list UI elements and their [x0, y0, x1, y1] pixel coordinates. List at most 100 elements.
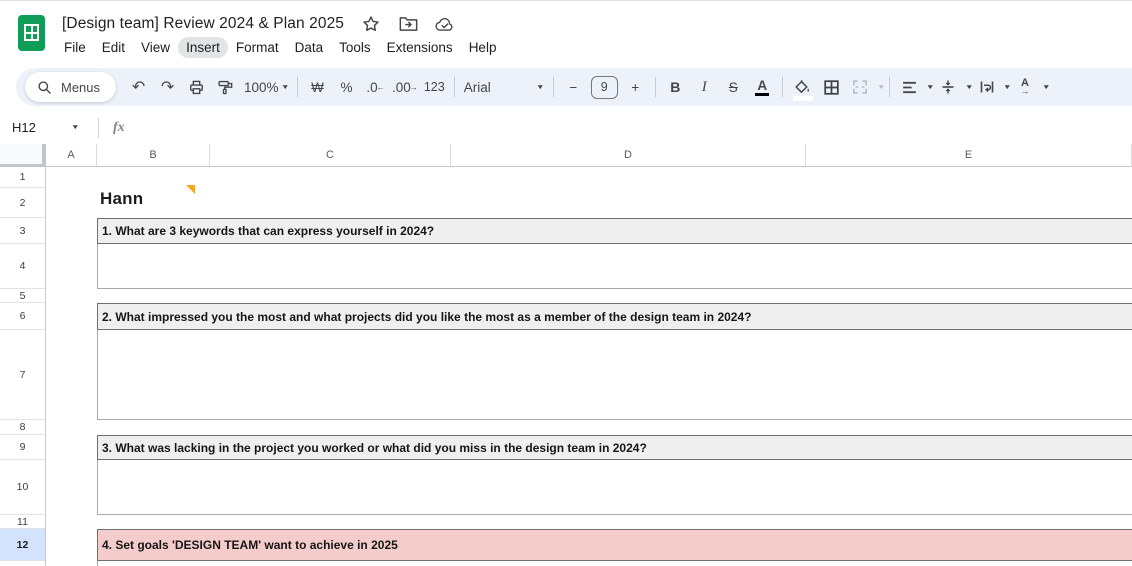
menu-extensions[interactable]: Extensions [379, 37, 461, 58]
menu-format[interactable]: Format [228, 37, 287, 58]
column-header-d[interactable]: D [451, 144, 806, 167]
font-family-select[interactable]: Arial ▼ [460, 80, 548, 95]
borders-icon [824, 79, 839, 95]
chevron-down-icon: ▼ [280, 83, 290, 91]
horizontal-align-icon [903, 81, 917, 93]
row-header-2[interactable]: 2 [0, 188, 45, 218]
column-header-b[interactable]: B [97, 144, 210, 167]
increase-font-size-button[interactable]: + [623, 74, 648, 100]
fx-icon: fx [113, 119, 125, 135]
arrow-right-icon: → [409, 82, 418, 92]
text-wrap-icon [980, 81, 993, 93]
cell-b2-value[interactable]: Hann [100, 189, 143, 209]
print-icon [190, 80, 203, 94]
toolbar-divider [552, 77, 554, 97]
question-2-cell[interactable]: 2. What impressed you the most and what … [97, 303, 1132, 330]
redo-button[interactable]: ↷ [155, 74, 180, 100]
toolbar-divider [453, 77, 455, 97]
font-size-input[interactable]: 9 [590, 75, 618, 99]
column-header-c[interactable]: C [210, 144, 451, 167]
search-menus-button[interactable]: Menus [25, 72, 117, 102]
row-header-10[interactable]: 10 [0, 460, 45, 515]
text-color-button[interactable]: A [750, 74, 775, 100]
row-header-4[interactable]: 4 [0, 244, 45, 289]
answer-3-cell[interactable] [97, 460, 1132, 515]
row-header-9[interactable]: 9 [0, 435, 45, 460]
question-1-cell[interactable]: 1. What are 3 keywords that can express … [97, 218, 1132, 244]
text-wrap-caret-icon[interactable]: ▼ [1003, 84, 1012, 91]
toolbar-divider [297, 77, 298, 97]
print-button[interactable] [184, 74, 209, 100]
row-header-11[interactable]: 11 [0, 515, 45, 529]
menu-edit[interactable]: Edit [94, 37, 133, 58]
arrow-left-icon: ← [376, 82, 385, 92]
row-header-5[interactable]: 5 [0, 289, 45, 303]
column-header-e[interactable]: E [806, 144, 1132, 167]
menu-bar: File Edit View Insert Format Data Tools … [56, 37, 504, 58]
row-header-12-selected[interactable]: 12 [0, 529, 45, 561]
zoom-select[interactable]: 100% ▼ [240, 80, 292, 95]
answer-1-cell[interactable] [97, 244, 1132, 289]
currency-format-button[interactable]: ₩ [305, 74, 330, 100]
menu-data[interactable]: Data [287, 37, 332, 58]
vertical-align-button[interactable] [936, 74, 961, 100]
question-4-cell[interactable]: 4. Set goals 'DESIGN TEAM' want to achie… [97, 529, 1132, 561]
horizontal-align-caret-icon[interactable]: ▼ [926, 84, 935, 91]
menu-help[interactable]: Help [461, 37, 505, 58]
font-family-value: Arial [463, 79, 491, 95]
row-header-7[interactable]: 7 [0, 330, 45, 420]
answer-4-cell[interactable] [97, 561, 1132, 566]
menus-label: Menus [61, 79, 101, 95]
row-header-3[interactable]: 3 [0, 218, 45, 244]
chevron-down-icon: ▼ [536, 83, 545, 91]
sheets-logo-grid-icon [24, 24, 39, 41]
document-title[interactable]: [Design team] Review 2024 & Plan 2025 [62, 15, 344, 33]
vertical-align-caret-icon[interactable]: ▼ [965, 84, 974, 91]
column-header-a[interactable]: A [46, 144, 97, 167]
strikethrough-button[interactable]: S [721, 74, 746, 100]
more-formats-button[interactable]: 123 [422, 74, 447, 100]
move-folder-icon[interactable] [398, 14, 418, 34]
paint-format-button[interactable] [213, 74, 238, 100]
answer-2-cell[interactable] [97, 330, 1132, 420]
name-box-caret-icon: ▼ [70, 124, 80, 131]
google-sheets-app: [Design team] Review 2024 & Plan 2025 Fi… [0, 0, 1132, 566]
merge-cells-button[interactable] [848, 74, 873, 100]
menu-insert[interactable]: Insert [178, 37, 228, 58]
fill-color-button[interactable] [790, 74, 815, 101]
note-marker-icon[interactable] [186, 185, 195, 194]
horizontal-align-button[interactable] [897, 74, 922, 100]
decrease-font-size-button[interactable]: − [561, 74, 586, 100]
text-wrap-button[interactable] [974, 74, 999, 100]
text-rotation-caret-icon[interactable]: ▼ [1041, 84, 1050, 91]
cloud-saved-icon[interactable] [435, 14, 455, 34]
merge-cells-caret-icon[interactable]: ▼ [877, 84, 886, 91]
formula-bar: H12 ▼ fx [0, 111, 1132, 144]
question-3-cell[interactable]: 3. What was lacking in the project you w… [97, 435, 1132, 460]
increase-decimal-button[interactable]: .00 → [392, 74, 418, 100]
toolbar-divider [889, 77, 891, 97]
row-header-1[interactable]: 1 [0, 167, 45, 188]
name-box[interactable]: H12 ▼ [0, 120, 86, 135]
borders-button[interactable] [819, 74, 844, 100]
search-icon [38, 80, 51, 94]
sheets-logo[interactable] [18, 15, 45, 51]
menu-view[interactable]: View [133, 37, 178, 58]
toolbar: Menus ↶ ↷ 100% ▼ ₩ % .0 ← .00 → 123 Arial … [16, 68, 1132, 106]
text-rotation-button[interactable]: A → [1013, 74, 1038, 100]
formula-input[interactable] [125, 111, 1132, 144]
row-header-divider [45, 168, 46, 566]
paint-format-icon [218, 80, 233, 94]
row-header-6[interactable]: 6 [0, 303, 45, 330]
select-all-corner[interactable] [0, 144, 46, 168]
italic-button[interactable]: I [692, 74, 717, 100]
star-icon[interactable] [361, 14, 381, 34]
fill-color-icon [795, 80, 810, 93]
menu-file[interactable]: File [56, 37, 94, 58]
row-header-8[interactable]: 8 [0, 420, 45, 435]
menu-tools[interactable]: Tools [331, 37, 379, 58]
bold-button[interactable]: B [663, 74, 688, 100]
percent-format-button[interactable]: % [334, 74, 359, 100]
decrease-decimal-button[interactable]: .0 ← [363, 74, 388, 100]
undo-button[interactable]: ↶ [126, 74, 151, 100]
